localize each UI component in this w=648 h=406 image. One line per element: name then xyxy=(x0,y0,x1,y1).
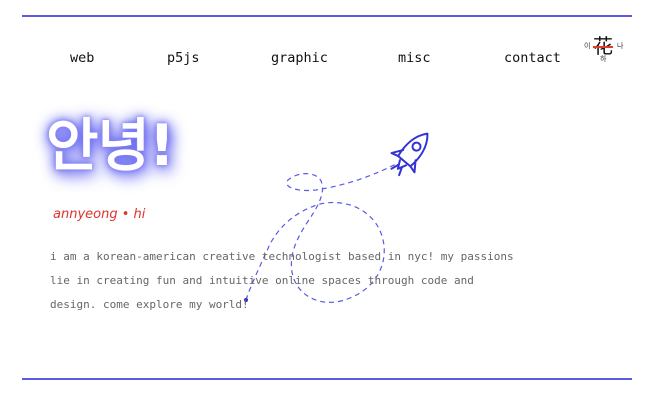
rocket-icon xyxy=(390,132,429,177)
intro-line: i am a korean-american creative technolo… xyxy=(50,250,514,263)
intro-line: lie in creating fun and intuitive online… xyxy=(50,274,474,287)
nav-misc[interactable]: misc xyxy=(398,50,431,66)
logo-right-char: 나 xyxy=(617,42,624,50)
nav-graphic[interactable]: graphic xyxy=(271,50,328,66)
logo-strike xyxy=(593,46,613,48)
intro-paragraph: i am a korean-american creative technolo… xyxy=(50,245,550,317)
nav-contact[interactable]: contact xyxy=(504,50,561,66)
greeting-subtitle: annyeong • hi xyxy=(53,207,146,222)
top-divider xyxy=(22,15,632,17)
main-nav: web p5js graphic misc contact xyxy=(0,50,648,70)
bottom-divider xyxy=(22,378,632,380)
nav-web[interactable]: web xyxy=(70,50,94,66)
logo-left-char: 이 xyxy=(584,42,591,50)
flower-logo-icon[interactable]: 이 花 나 하 xyxy=(584,34,626,66)
intro-line: design. come explore my world! xyxy=(50,298,249,311)
nav-p5js[interactable]: p5js xyxy=(167,50,200,66)
logo-bottom-char: 하 xyxy=(600,55,607,63)
greeting-heading: 안녕! xyxy=(46,113,175,179)
